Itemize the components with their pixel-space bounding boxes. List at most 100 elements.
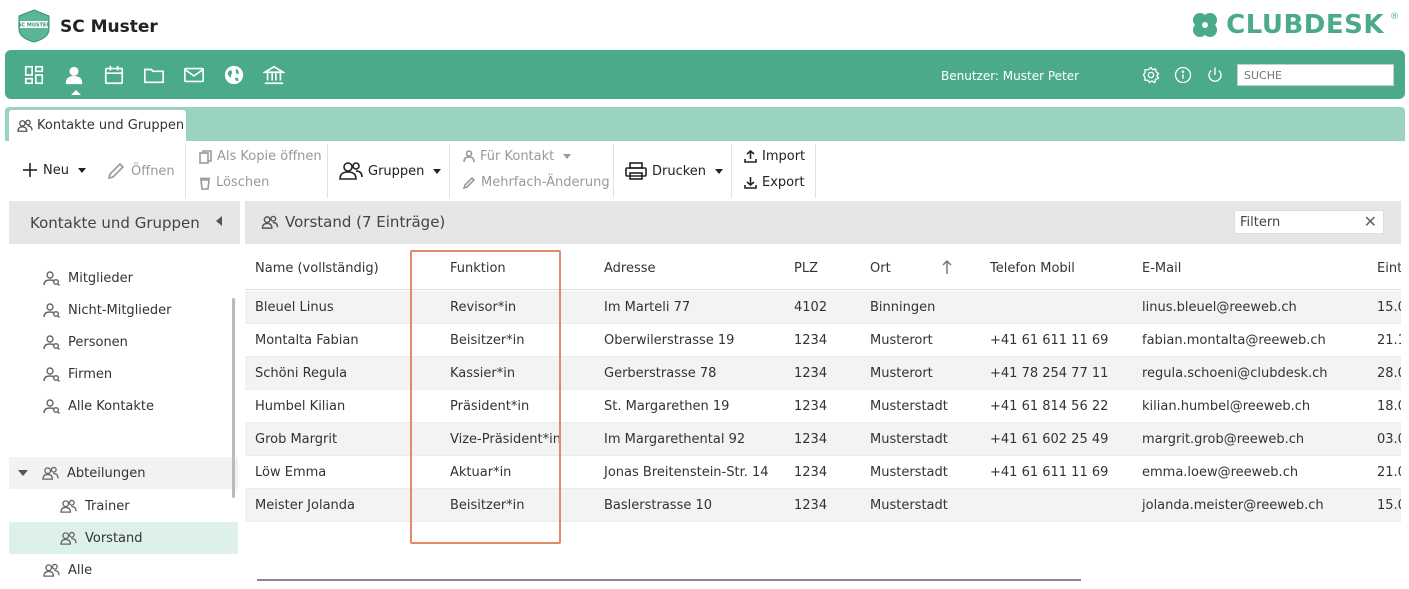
sidebar-scrollbar[interactable] [232,298,235,498]
for-contact-button[interactable]: Für Kontakt [463,149,572,164]
person-search-icon [43,270,60,286]
cell-eintritt: 15.0 [1377,300,1401,315]
sidebar-item-mitglieder[interactable]: Mitglieder [9,262,238,294]
cell-funktion: Präsident*in [450,399,530,414]
current-user-label: Benutzer: Muster Peter [941,69,1080,83]
logout-power-icon[interactable] [1206,66,1224,84]
column-header-email[interactable]: E-Mail [1142,261,1181,276]
table-row[interactable]: Meister Jolanda Beisitzer*in Baslerstras… [245,489,1401,522]
cell-eintritt: 03.0 [1377,432,1401,447]
global-search-input[interactable] [1237,64,1394,86]
table-row[interactable]: Humbel Kilian Präsident*in St. Margareth… [245,390,1401,423]
table-row[interactable]: Schöni Regula Kassier*in Gerberstrasse 7… [245,357,1401,390]
groups-button[interactable]: Gruppen [339,162,442,180]
cell-plz: 1234 [794,399,828,414]
cell-eintritt: 21.0 [1377,465,1401,480]
for-contact-label: Für Kontakt [480,149,555,164]
column-header-ort[interactable]: Ort [870,261,891,276]
mail-icon[interactable] [182,63,206,87]
new-button[interactable]: Neu [22,162,86,178]
delete-button[interactable]: Löschen [199,175,269,190]
import-button[interactable]: Import [744,149,805,164]
download-icon [744,177,757,189]
cell-email: kilian.humbel@reeweb.ch [1142,399,1311,414]
cell-telefon: +41 78 254 77 11 [990,366,1109,381]
sidebar-item-personen[interactable]: Personen [9,326,238,358]
panel-title-text: Vorstand (7 Einträge) [285,213,446,231]
people-icon [261,215,279,229]
column-header-eintritt[interactable]: Eint [1377,261,1401,276]
cell-ort: Musterstadt [870,498,948,513]
column-header-plz[interactable]: PLZ [794,261,818,276]
column-header-telefon[interactable]: Telefon Mobil [990,261,1075,276]
calendar-icon[interactable] [102,63,126,87]
cell-funktion: Beisitzer*in [450,333,525,348]
cell-eintritt: 28.0 [1377,366,1401,381]
cell-plz: 1234 [794,366,828,381]
filter-placeholder: Filtern [1240,215,1281,230]
open-copy-label: Als Kopie öffnen [217,149,322,164]
new-button-label: Neu [43,162,69,178]
sidebar-group-abteilungen[interactable]: Abteilungen [9,457,238,489]
globe-icon[interactable] [222,63,246,87]
cell-eintritt: 21.1 [1377,333,1401,348]
cell-eintritt: 18.0 [1377,399,1401,414]
sidebar-item-label: Trainer [85,498,130,514]
collapse-sidebar-icon[interactable] [216,216,222,226]
open-button[interactable]: Öffnen [106,161,175,181]
column-header-funktion[interactable]: Funktion [450,261,506,276]
sidebar-item-nicht-mitglieder[interactable]: Nicht-Mitglieder [9,294,238,326]
contacts-icon[interactable] [62,63,86,87]
table-row[interactable]: Montalta Fabian Beisitzer*in Oberwilerst… [245,324,1401,357]
table-header: Name (vollständig) Funktion Adresse PLZ … [245,244,1401,290]
action-toolbar: Neu Öffnen Als Kopie öffnen Löschen Grup… [5,141,1405,201]
cell-plz: 1234 [794,333,828,348]
tree-expand-icon[interactable] [18,470,28,476]
column-header-adresse[interactable]: Adresse [604,261,656,276]
settings-gear-icon[interactable] [1142,66,1160,84]
table-row[interactable]: Grob Margrit Vize-Präsident*in Im Margar… [245,423,1401,456]
people-icon [60,499,77,513]
cell-name: Humbel Kilian [255,399,346,414]
sidebar-item-label: Nicht-Mitglieder [68,302,172,318]
sidebar-item-alle-kontakte[interactable]: Alle Kontakte [9,390,238,422]
open-copy-button[interactable]: Als Kopie öffnen [199,149,322,164]
print-button[interactable]: Drucken [625,162,724,180]
person-search-icon [43,334,60,350]
export-button[interactable]: Export [744,175,805,190]
sidebar-item-vorstand[interactable]: Vorstand [9,522,238,554]
clear-filter-icon[interactable]: ✕ [1364,212,1377,231]
table-row[interactable]: Bleuel Linus Revisor*in Im Marteli 77 41… [245,291,1401,324]
folder-icon[interactable] [142,63,166,87]
tab-strip: Kontakte und Gruppen [5,107,1405,141]
delete-label: Löschen [216,175,270,190]
bulk-edit-button[interactable]: Mehrfach-Änderung [463,175,610,190]
sidebar-item-label: Firmen [68,366,113,382]
filter-input[interactable]: Filtern ✕ [1234,210,1384,234]
sidebar-item-firmen[interactable]: Firmen [9,358,238,390]
cell-ort: Musterort [870,333,933,348]
sort-ascending-icon[interactable] [941,259,953,275]
sidebar-item-alle[interactable]: Alle [9,554,238,586]
table-row[interactable]: Löw Emma Aktuar*in Jonas Breitenstein-St… [245,456,1401,489]
cell-ort: Musterstadt [870,465,948,480]
trash-icon [200,177,210,190]
bank-icon[interactable] [262,63,286,87]
dashboard-icon[interactable] [22,63,46,87]
tab-kontakte-und-gruppen[interactable]: Kontakte und Gruppen [9,110,186,141]
cell-name: Bleuel Linus [255,300,334,315]
cell-telefon: +41 61 602 25 49 [990,432,1109,447]
sidebar-item-label: Alle [68,562,93,578]
cell-email: fabian.montalta@reeweb.ch [1142,333,1326,348]
info-icon[interactable] [1174,66,1192,84]
horizontal-scrollbar[interactable] [257,579,1081,581]
sidebar-item-trainer[interactable]: Trainer [9,490,238,522]
chevron-down-icon [715,168,724,174]
upload-icon [744,150,757,163]
column-header-name[interactable]: Name (vollständig) [255,261,379,276]
club-logo-icon: SC MUSTER [16,9,52,43]
chevron-down-icon [77,167,86,173]
people-icon [339,162,363,180]
cell-telefon: +41 61 611 11 69 [990,465,1109,480]
person-search-icon [43,398,60,414]
